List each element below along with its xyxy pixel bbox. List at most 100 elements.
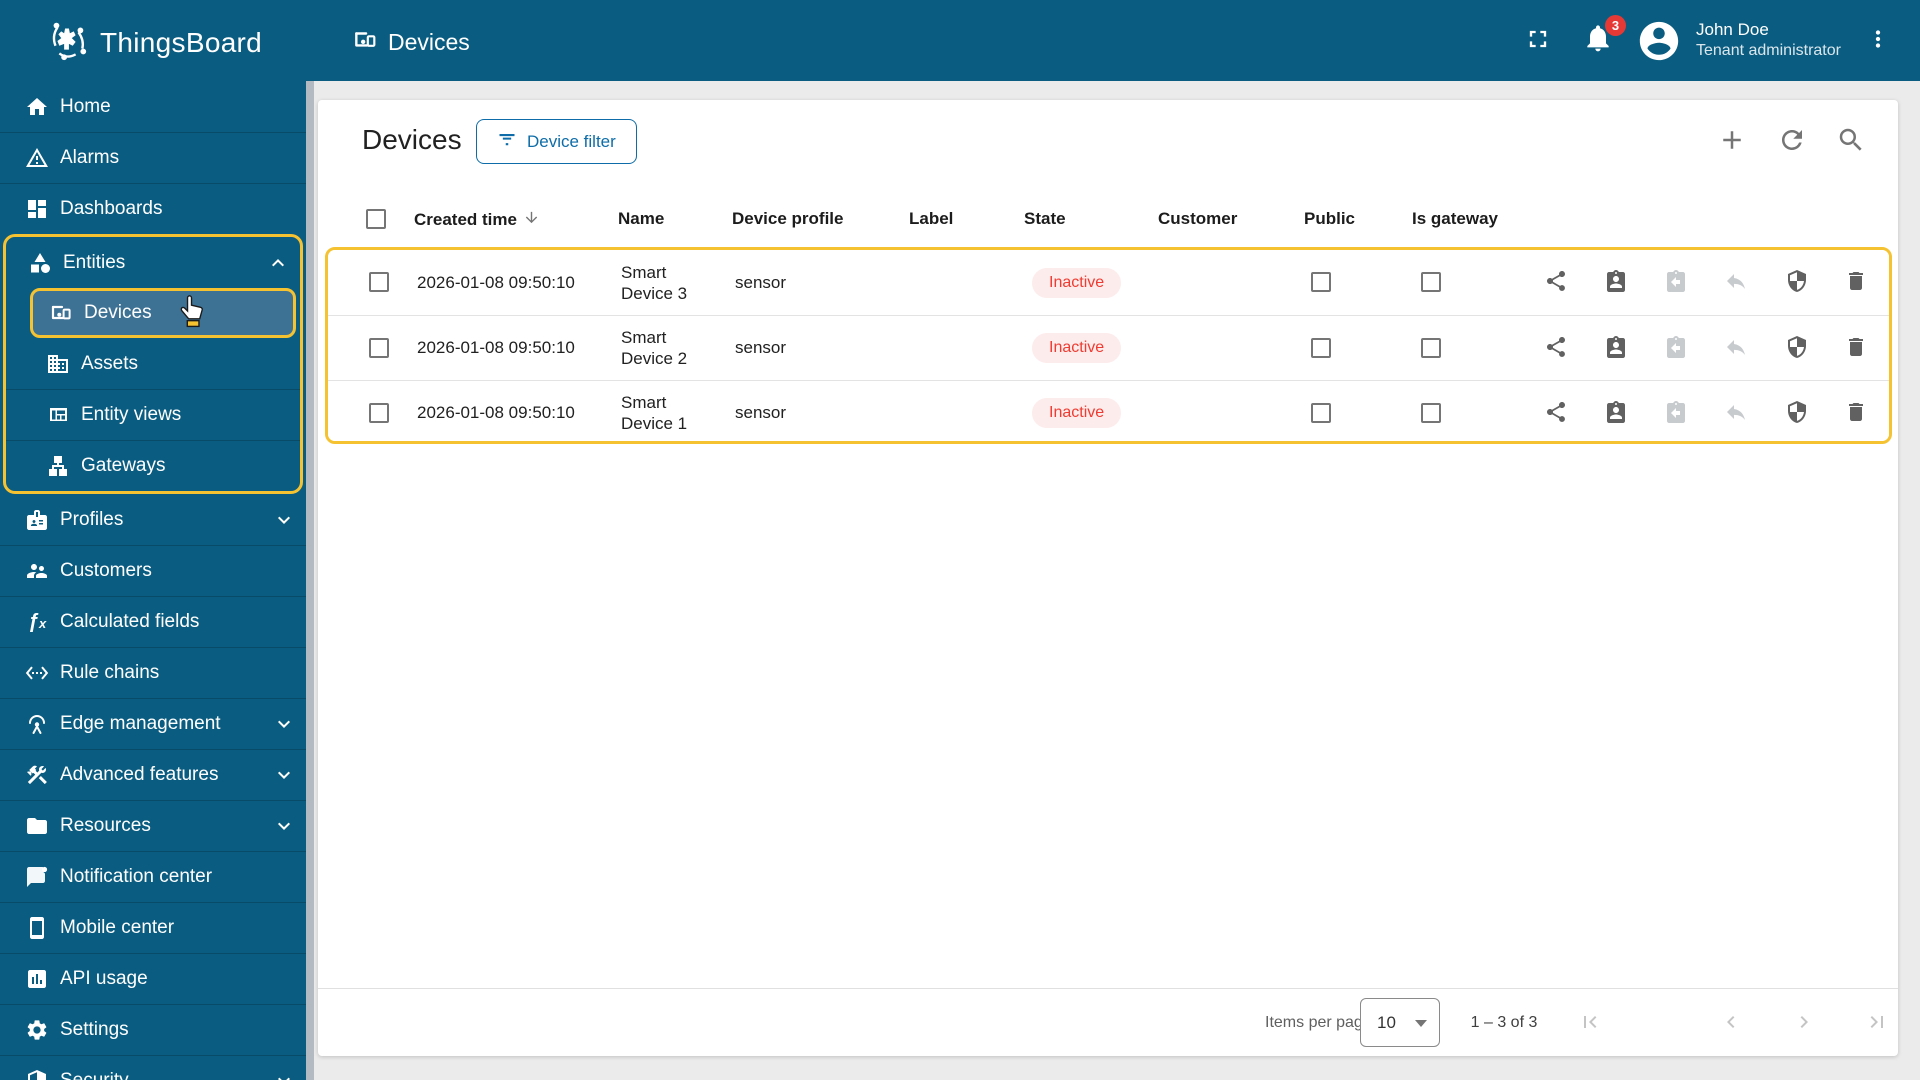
assign-to-customer-button[interactable] bbox=[1603, 400, 1629, 426]
column-header-name[interactable]: Name bbox=[618, 209, 664, 229]
cell-device-profile: sensor bbox=[735, 403, 787, 422]
cell-created-time: 2026-01-08 09:50:10 bbox=[417, 403, 575, 422]
manage-credentials-button[interactable] bbox=[1784, 335, 1810, 361]
sidebar-item-calculated-fields[interactable]: ƒx Calculated fields bbox=[0, 596, 306, 647]
delete-device-button[interactable] bbox=[1843, 400, 1869, 426]
column-header-is-gateway[interactable]: Is gateway bbox=[1412, 209, 1498, 229]
table-row[interactable]: 2026-01-08 09:50:10 Smart Device 3 senso… bbox=[328, 250, 1889, 315]
make-private-button[interactable] bbox=[1723, 400, 1749, 426]
page-size-value: 10 bbox=[1377, 1013, 1396, 1032]
page-size-select[interactable]: 10 bbox=[1360, 998, 1440, 1047]
sidebar-scrollbar[interactable] bbox=[306, 81, 314, 1080]
sidebar-item-devices[interactable]: Devices bbox=[30, 288, 296, 338]
sidebar-item-advanced-features[interactable]: Advanced features bbox=[0, 749, 306, 800]
sidebar-item-entity-views[interactable]: Entity views bbox=[6, 389, 300, 440]
sidebar-item-security[interactable]: Security bbox=[0, 1055, 306, 1080]
make-private-button[interactable] bbox=[1723, 335, 1749, 361]
make-public-button[interactable] bbox=[1543, 270, 1569, 296]
make-public-button[interactable] bbox=[1543, 335, 1569, 361]
user-info[interactable]: John Doe Tenant administrator bbox=[1696, 19, 1841, 61]
column-header-public[interactable]: Public bbox=[1304, 209, 1355, 229]
smartphone-icon bbox=[25, 916, 49, 940]
assignment-return-icon bbox=[1664, 400, 1688, 427]
add-device-button[interactable] bbox=[1716, 125, 1748, 157]
delete-device-button[interactable] bbox=[1843, 335, 1869, 361]
row-checkbox[interactable] bbox=[369, 338, 389, 358]
sidebar-item-label: Edge management bbox=[60, 712, 221, 734]
gear-icon bbox=[25, 1018, 49, 1042]
sidebar-item-edge-management[interactable]: Edge management bbox=[0, 698, 306, 749]
sidebar-item-profiles[interactable]: Profiles bbox=[0, 494, 306, 545]
dashboard-icon bbox=[25, 197, 49, 221]
manage-credentials-button[interactable] bbox=[1784, 270, 1810, 296]
entities-highlight-group: Entities Devices Assets Entity views Gat… bbox=[3, 234, 303, 494]
last-page-button[interactable] bbox=[1865, 1011, 1889, 1035]
sidebar-item-notification-center[interactable]: Notification center bbox=[0, 851, 306, 902]
column-header-device-profile[interactable]: Device profile bbox=[732, 209, 844, 229]
column-header-created-time[interactable]: Created time bbox=[414, 209, 540, 231]
sidebar-item-resources[interactable]: Resources bbox=[0, 800, 306, 851]
cell-name: Smart Device 3 bbox=[621, 262, 688, 303]
sidebar-item-dashboards[interactable]: Dashboards bbox=[0, 183, 306, 234]
make-public-button[interactable] bbox=[1543, 400, 1569, 426]
assign-to-customer-button[interactable] bbox=[1603, 270, 1629, 296]
public-checkbox[interactable] bbox=[1311, 338, 1331, 358]
table-row[interactable]: 2026-01-08 09:50:10 Smart Device 1 senso… bbox=[328, 380, 1889, 441]
cell-device-profile: sensor bbox=[735, 272, 787, 292]
is-gateway-checkbox[interactable] bbox=[1421, 272, 1441, 292]
search-button[interactable] bbox=[1835, 125, 1867, 157]
assignment-return-icon bbox=[1664, 335, 1688, 362]
avatar[interactable] bbox=[1636, 18, 1682, 64]
unassign-from-customer-button[interactable] bbox=[1663, 400, 1689, 426]
is-gateway-checkbox[interactable] bbox=[1421, 338, 1441, 358]
row-checkbox[interactable] bbox=[369, 272, 389, 292]
assign-to-customer-button[interactable] bbox=[1603, 335, 1629, 361]
security-shield-icon bbox=[1785, 400, 1809, 427]
sidebar-item-rule-chains[interactable]: Rule chains bbox=[0, 647, 306, 698]
public-checkbox[interactable] bbox=[1311, 403, 1331, 423]
row-checkbox[interactable] bbox=[369, 403, 389, 423]
prev-page-button[interactable] bbox=[1719, 1011, 1743, 1035]
reply-arrow-icon bbox=[1724, 269, 1748, 296]
unassign-from-customer-button[interactable] bbox=[1663, 270, 1689, 296]
public-checkbox[interactable] bbox=[1311, 272, 1331, 292]
reply-arrow-icon bbox=[1724, 400, 1748, 427]
sidebar: Home Alarms Dashboards Entities Devices bbox=[0, 81, 306, 1080]
unassign-from-customer-button[interactable] bbox=[1663, 335, 1689, 361]
column-header-label[interactable]: Label bbox=[909, 209, 953, 229]
column-header-customer[interactable]: Customer bbox=[1158, 209, 1237, 229]
sidebar-item-entities[interactable]: Entities bbox=[6, 237, 300, 288]
sidebar-item-assets[interactable]: Assets bbox=[6, 338, 300, 389]
sidebar-item-api-usage[interactable]: API usage bbox=[0, 953, 306, 1004]
cell-created-time: 2026-01-08 09:50:10 bbox=[417, 338, 575, 357]
sidebar-item-alarms[interactable]: Alarms bbox=[0, 132, 306, 183]
make-private-button[interactable] bbox=[1723, 270, 1749, 296]
delete-device-button[interactable] bbox=[1843, 270, 1869, 296]
sidebar-item-settings[interactable]: Settings bbox=[0, 1004, 306, 1055]
fullscreen-button[interactable] bbox=[1522, 24, 1554, 56]
tools-icon bbox=[25, 763, 49, 787]
notifications-button[interactable]: 3 bbox=[1582, 15, 1626, 58]
more-menu-button[interactable] bbox=[1862, 24, 1894, 56]
device-filter-button[interactable]: Device filter bbox=[476, 119, 637, 164]
first-page-button[interactable] bbox=[1578, 1011, 1602, 1035]
app-title: ThingsBoard bbox=[100, 26, 263, 58]
manage-credentials-button[interactable] bbox=[1784, 400, 1810, 426]
next-page-button[interactable] bbox=[1792, 1011, 1816, 1035]
sidebar-item-label: Assets bbox=[81, 352, 139, 374]
people-icon bbox=[25, 559, 49, 583]
table-row[interactable]: 2026-01-08 09:50:10 Smart Device 2 senso… bbox=[328, 315, 1889, 380]
sidebar-item-home[interactable]: Home bbox=[0, 81, 306, 132]
refresh-button[interactable] bbox=[1776, 125, 1808, 157]
sidebar-item-mobile-center[interactable]: Mobile center bbox=[0, 902, 306, 953]
breadcrumb-label: Devices bbox=[388, 29, 470, 55]
fullscreen-icon bbox=[1524, 25, 1552, 56]
sidebar-item-gateways[interactable]: Gateways bbox=[6, 440, 300, 491]
select-all-checkbox[interactable] bbox=[366, 209, 386, 229]
chevron-up-icon bbox=[266, 251, 290, 275]
breadcrumb[interactable]: Devices bbox=[352, 27, 470, 58]
is-gateway-checkbox[interactable] bbox=[1421, 403, 1441, 423]
next-page-icon bbox=[1792, 1010, 1816, 1037]
sidebar-item-customers[interactable]: Customers bbox=[0, 545, 306, 596]
column-header-state[interactable]: State bbox=[1024, 209, 1066, 229]
